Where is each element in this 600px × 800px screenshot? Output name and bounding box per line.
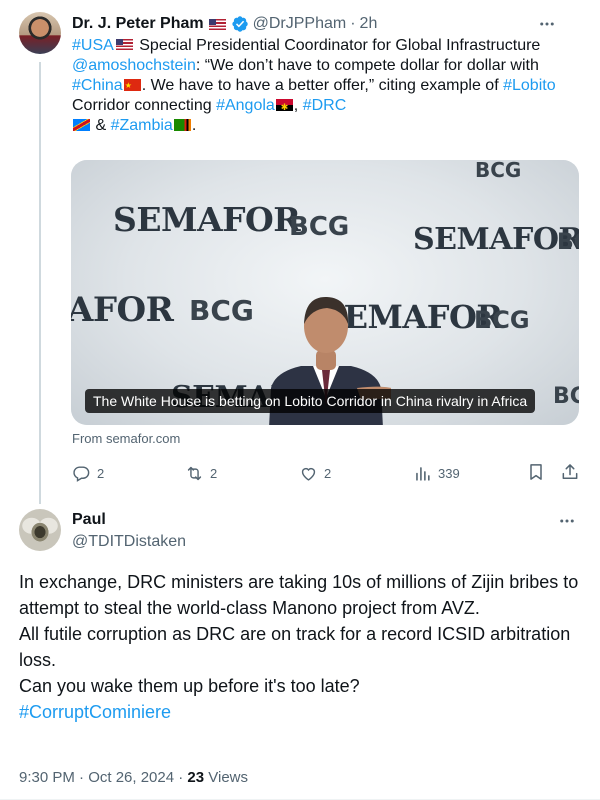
sponsor-logo: BCG [189, 294, 254, 327]
views-count: 23 [187, 769, 205, 786]
mention-amoshochstein[interactable]: @amoshochstein [72, 57, 196, 74]
reply-button[interactable]: 2 [72, 462, 104, 484]
views-count: 339 [438, 465, 460, 481]
drc-flag-icon [73, 119, 90, 131]
separator-dot: · [350, 15, 356, 32]
tweet-line: Can you wake them up before it's too lat… [19, 676, 360, 696]
hashtag-corruptcominiere[interactable]: #CorruptCominiere [19, 702, 171, 722]
zambia-flag-icon [173, 119, 191, 131]
more-horizontal-icon [560, 519, 574, 523]
hashtag-china[interactable]: #China [72, 77, 123, 94]
text-segment: Corridor connecting [72, 97, 217, 114]
more-options-button[interactable] [536, 14, 558, 34]
bookmark-icon [530, 464, 542, 480]
text-segment: Special Presidential Coordinator for Glo… [134, 37, 541, 54]
share-button[interactable] [560, 462, 582, 484]
text-segment: : “We don’t have to compete dollar for d… [195, 57, 539, 74]
card-caption: The White House is betting on Lobito Cor… [85, 389, 536, 413]
like-button[interactable]: 2 [299, 462, 331, 484]
author-name[interactable]: Dr. J. Peter Pham [72, 15, 204, 33]
author-handle[interactable]: @TDITDistaken [72, 533, 186, 551]
sponsor-logo-text: BCG [289, 212, 350, 242]
link-card[interactable]: SEMAFOR BCG SEMAFOR BCG BC AFOR BCG SEMA… [71, 160, 579, 425]
text-segment: . We have to have a better offer,” citin… [141, 77, 504, 94]
post-timestamp[interactable]: 9:30 PM · Oct 26, 2024 · [19, 769, 187, 786]
reply-icon [73, 465, 90, 482]
tweet-header: Dr. J. Peter Pham @DrJPPham · 2h [72, 13, 580, 35]
more-options-button[interactable] [556, 511, 578, 531]
views-button[interactable]: 339 [413, 462, 460, 484]
like-count: 2 [324, 465, 332, 481]
hashtag-drc[interactable]: #DRC [303, 97, 347, 114]
avatar[interactable] [19, 12, 61, 54]
repost-count: 2 [210, 465, 218, 481]
sponsor-logo: BCG [475, 160, 522, 182]
text-segment: & [91, 117, 111, 134]
tweet-text: #USA Special Presidential Coordinator fo… [72, 36, 587, 136]
author-name[interactable]: Paul [72, 511, 106, 529]
verified-badge-icon [232, 16, 248, 32]
views-label: Views [204, 769, 249, 786]
heart-icon [301, 467, 316, 481]
repost-button[interactable]: 2 [185, 462, 217, 484]
author-handle[interactable]: @DrJPPham [253, 15, 347, 33]
sponsor-logo: BCG [474, 306, 530, 334]
reply-count: 2 [97, 465, 105, 481]
backdrop-logo: SEMAFOR [413, 222, 579, 257]
us-flag-icon [115, 39, 133, 51]
thread-connector-line [39, 62, 41, 504]
hashtag-usa[interactable]: #USA [72, 37, 114, 54]
avatar[interactable] [19, 509, 61, 551]
us-flag-icon [208, 18, 226, 30]
hashtag-zambia[interactable]: #Zambia [111, 117, 173, 134]
sponsor-logo: BC [553, 384, 579, 409]
tweet-line: In exchange, DRC ministers are taking 10… [19, 572, 579, 618]
tweet-text: In exchange, DRC ministers are taking 10… [19, 569, 579, 725]
share-icon [562, 464, 578, 479]
backdrop-logo: SEMAFOR [113, 200, 301, 239]
post-metadata: 9:30 PM · Oct 26, 2024 · 23 Views [19, 769, 248, 786]
tweet-line: All futile corruption as DRC are on trac… [19, 624, 571, 670]
post-time[interactable]: 2h [360, 15, 378, 33]
hashtag-angola[interactable]: #Angola [216, 97, 275, 114]
card-source[interactable]: From semafor.com [72, 431, 180, 446]
analytics-icon [416, 466, 430, 481]
bookmark-button[interactable] [526, 462, 548, 484]
angola-flag-icon [275, 97, 293, 117]
hashtag-lobito[interactable]: #Lobito [503, 77, 556, 94]
backdrop-logo-partial: AFOR [71, 290, 174, 330]
repost-icon [187, 466, 202, 480]
china-flag-icon [123, 76, 141, 96]
sponsor-logo: BCG [289, 212, 349, 242]
text-segment: . [191, 117, 197, 134]
sponsor-logo: BC [557, 230, 579, 255]
text-segment: , [293, 97, 303, 114]
more-horizontal-icon [540, 22, 554, 26]
